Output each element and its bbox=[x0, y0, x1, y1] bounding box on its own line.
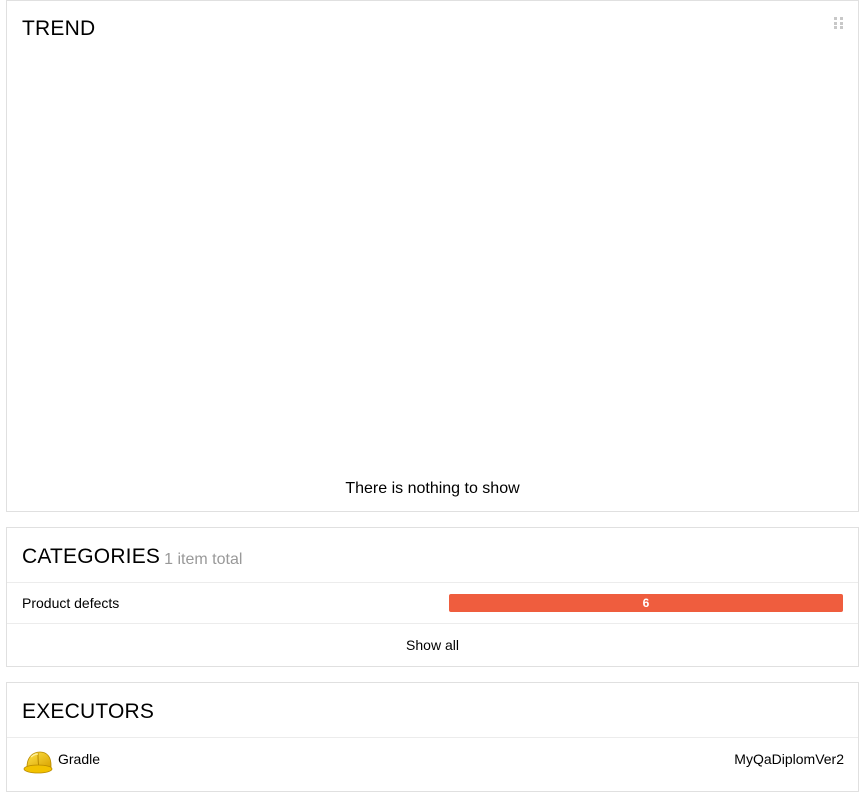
categories-title: CATEGORIES bbox=[22, 545, 161, 568]
drag-handle-icon[interactable] bbox=[834, 17, 843, 29]
categories-count: 1 item total bbox=[164, 551, 243, 568]
hard-hat-icon bbox=[23, 751, 53, 774]
show-all-link[interactable]: Show all bbox=[7, 624, 858, 665]
executors-widget: EXECUTORS Gradle MyQaDiplomVer2 bbox=[6, 682, 859, 792]
executor-name: Gradle bbox=[58, 751, 101, 767]
executors-title: EXECUTORS bbox=[22, 700, 155, 723]
categories-header: CATEGORIES 1 item total bbox=[7, 528, 858, 583]
category-bar: 6 bbox=[449, 594, 843, 612]
executor-build-link[interactable]: MyQaDiplomVer2 bbox=[734, 751, 844, 767]
trend-widget: TREND There is nothing to show bbox=[6, 0, 859, 512]
category-name: Product defects bbox=[22, 595, 120, 611]
executor-row[interactable]: Gradle MyQaDiplomVer2 bbox=[7, 738, 858, 788]
category-bar-track: 6 bbox=[449, 594, 843, 612]
categories-widget: CATEGORIES 1 item total Product defects … bbox=[6, 527, 859, 667]
trend-title: TREND bbox=[22, 17, 96, 40]
executors-header: EXECUTORS bbox=[7, 683, 858, 738]
category-row[interactable]: Product defects 6 bbox=[7, 583, 858, 624]
category-count: 6 bbox=[642, 596, 650, 610]
trend-empty-message: There is nothing to show bbox=[345, 480, 520, 497]
